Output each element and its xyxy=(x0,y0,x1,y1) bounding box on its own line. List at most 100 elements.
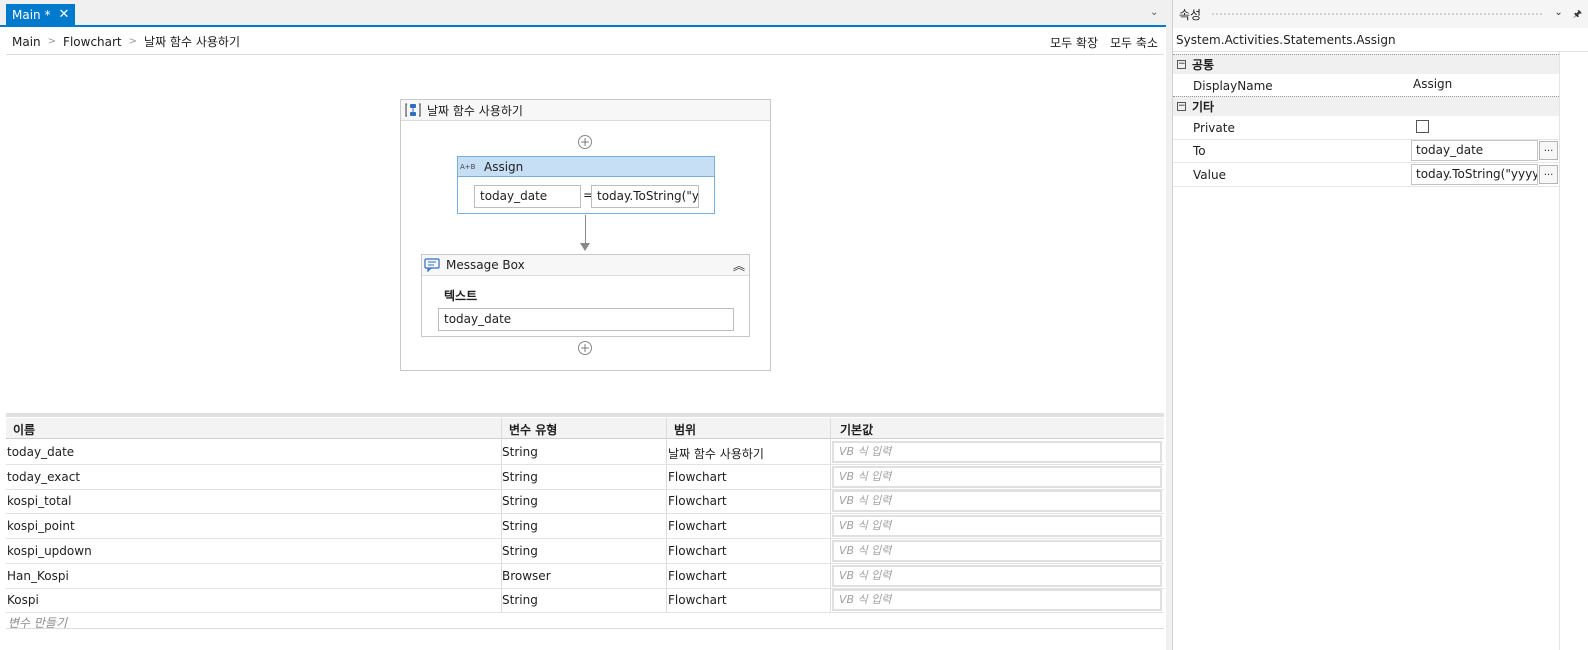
variable-scope[interactable]: Flowchart xyxy=(668,593,727,607)
variable-row[interactable]: today_exact String Flowchart VB 식 입력 xyxy=(6,465,1164,490)
panel-grip[interactable] xyxy=(1211,12,1542,17)
connector-arrow-icon xyxy=(580,243,590,251)
assign-value-input[interactable]: today.ToString("yy xyxy=(591,185,699,208)
variable-type[interactable]: String xyxy=(502,494,538,508)
category-misc[interactable]: − 기타 xyxy=(1173,96,1559,116)
message-icon xyxy=(424,258,440,272)
default-value-input[interactable]: VB 식 입력 xyxy=(832,515,1162,538)
designer-canvas: 날짜 함수 사용하기 + A+B Assign today_date = tod… xyxy=(6,56,1164,413)
properties-divider xyxy=(1559,52,1560,650)
collapse-toggle-icon[interactable]: − xyxy=(1177,102,1186,111)
variable-scope[interactable]: Flowchart xyxy=(668,494,727,508)
variable-type[interactable]: String xyxy=(502,445,538,459)
properties-panel: 속성 ⌄ 🖈 System.Activities.Statements.Assi… xyxy=(1172,0,1588,650)
sequence-title: 날짜 함수 사용하기 xyxy=(427,103,523,118)
assign-activity[interactable]: A+B Assign today_date = today.ToString("… xyxy=(457,156,715,214)
property-name: DisplayName xyxy=(1193,79,1273,93)
breadcrumb-separator: > xyxy=(128,36,138,47)
add-activity-icon[interactable]: + xyxy=(578,341,592,355)
property-row-private: Private xyxy=(1173,116,1559,140)
property-name: Value xyxy=(1193,168,1226,182)
variable-row[interactable]: kospi_updown String Flowchart VB 식 입력 xyxy=(6,539,1164,564)
variable-row[interactable]: kospi_total String Flowchart VB 식 입력 xyxy=(6,489,1164,515)
default-value-input[interactable]: VB 식 입력 xyxy=(832,490,1162,513)
property-row-to: To today_date ... xyxy=(1173,139,1559,163)
breadcrumb-item-flowchart[interactable]: Flowchart xyxy=(63,35,122,49)
properties-title-bar: 속성 ⌄ 🖈 xyxy=(1173,0,1588,28)
variable-scope[interactable]: Flowchart xyxy=(668,519,727,533)
to-input[interactable]: today_date xyxy=(1411,140,1538,161)
variable-scope[interactable]: Flowchart xyxy=(668,470,727,484)
variable-name[interactable]: kospi_updown xyxy=(7,544,92,558)
variable-row[interactable]: today_date String 날짜 함수 사용하기 VB 식 입력 xyxy=(6,440,1164,465)
sequence-activity[interactable]: 날짜 함수 사용하기 + A+B Assign today_date = tod… xyxy=(400,99,771,371)
panel-splitter[interactable] xyxy=(6,413,1164,417)
default-value-input[interactable]: VB 식 입력 xyxy=(832,589,1162,612)
chevron-down-icon[interactable]: ⌄ xyxy=(1554,7,1562,24)
column-header-type[interactable]: 변수 유형 xyxy=(509,421,557,438)
variable-type[interactable]: String xyxy=(502,544,538,558)
default-value-input[interactable]: VB 식 입력 xyxy=(832,564,1162,587)
column-header-scope[interactable]: 범위 xyxy=(674,421,696,438)
breadcrumb-item-current[interactable]: 날짜 함수 사용하기 xyxy=(144,33,240,50)
message-box-title: Message Box xyxy=(446,258,525,272)
properties-title: 속성 xyxy=(1179,7,1202,22)
value-input[interactable]: today.ToString("yyyy/I xyxy=(1411,164,1538,185)
variable-row[interactable]: kospi_point String Flowchart VB 식 입력 xyxy=(6,514,1164,540)
variable-name[interactable]: kospi_total xyxy=(7,494,72,508)
variable-scope[interactable]: Flowchart xyxy=(668,544,727,558)
column-header-default[interactable]: 기본값 xyxy=(840,421,873,438)
variable-row[interactable]: Han_Kospi Browser Flowchart VB 식 입력 xyxy=(6,564,1164,589)
variable-name[interactable]: Han_Kospi xyxy=(7,569,69,583)
message-box-activity[interactable]: Message Box ︽ 텍스트 today_date xyxy=(421,254,750,337)
tab-main-label: Main * xyxy=(12,7,51,22)
variable-scope[interactable]: Flowchart xyxy=(668,569,727,583)
properties-object-type: System.Activities.Statements.Assign xyxy=(1173,28,1588,52)
chevron-down-icon[interactable]: ⌄ xyxy=(1150,7,1160,18)
category-common[interactable]: − 공통 xyxy=(1173,54,1559,74)
assign-title: Assign xyxy=(484,159,524,174)
displayname-value[interactable]: Assign xyxy=(1413,77,1452,91)
message-text-input[interactable]: today_date xyxy=(438,308,734,331)
breadcrumb: Main > Flowchart > 날짜 함수 사용하기 모두 확장 모두 축… xyxy=(6,29,1164,55)
tab-main[interactable]: Main * ✕ xyxy=(6,4,76,25)
message-box-header: Message Box ︽ xyxy=(422,255,749,276)
default-value-input[interactable]: VB 식 입력 xyxy=(832,441,1162,463)
variable-name[interactable]: today_exact xyxy=(7,470,80,484)
variable-name[interactable]: today_date xyxy=(7,445,74,459)
variable-type[interactable]: String xyxy=(502,519,538,533)
pin-icon[interactable]: 🖈 xyxy=(1573,7,1582,24)
sequence-icon xyxy=(405,103,421,117)
variable-row[interactable]: Kospi String Flowchart VB 식 입력 xyxy=(6,588,1164,614)
variable-name[interactable]: Kospi xyxy=(7,593,39,607)
connector-line xyxy=(585,215,586,243)
assign-to-input[interactable]: today_date xyxy=(474,185,581,208)
document-tab-strip: Main * ✕ ⌄ xyxy=(0,0,1166,27)
category-misc-label: 기타 xyxy=(1192,100,1215,114)
collapse-toggle-icon[interactable]: − xyxy=(1177,60,1186,69)
default-value-input[interactable]: VB 식 입력 xyxy=(832,539,1162,562)
category-common-label: 공통 xyxy=(1192,58,1215,72)
to-ellipsis-button[interactable]: ... xyxy=(1539,141,1558,160)
variable-scope[interactable]: 날짜 함수 사용하기 xyxy=(668,445,764,462)
variable-type[interactable]: String xyxy=(502,470,538,484)
variable-type[interactable]: Browser xyxy=(502,569,551,583)
default-value-input[interactable]: VB 식 입력 xyxy=(832,465,1162,488)
expand-all-button[interactable]: 모두 확장 xyxy=(1050,34,1098,51)
collapse-all-button[interactable]: 모두 축소 xyxy=(1110,34,1158,51)
breadcrumb-item-main[interactable]: Main xyxy=(12,35,41,49)
column-header-name[interactable]: 이름 xyxy=(13,421,35,438)
value-ellipsis-button[interactable]: ... xyxy=(1539,165,1558,184)
property-name: To xyxy=(1193,144,1206,158)
variable-name[interactable]: kospi_point xyxy=(7,519,75,533)
property-row-value: Value today.ToString("yyyy/I ... xyxy=(1173,163,1559,187)
message-text-label: 텍스트 xyxy=(444,289,478,303)
close-icon[interactable]: ✕ xyxy=(58,8,69,21)
collapse-icon[interactable]: ︽ xyxy=(733,257,745,274)
sequence-header: 날짜 함수 사용하기 xyxy=(401,100,770,121)
private-checkbox[interactable] xyxy=(1416,120,1429,133)
variable-type[interactable]: String xyxy=(502,593,538,607)
variables-header-row: 이름 변수 유형 범위 기본값 xyxy=(6,418,1164,439)
assign-header: A+B Assign xyxy=(458,157,714,177)
add-activity-icon[interactable]: + xyxy=(578,135,592,149)
